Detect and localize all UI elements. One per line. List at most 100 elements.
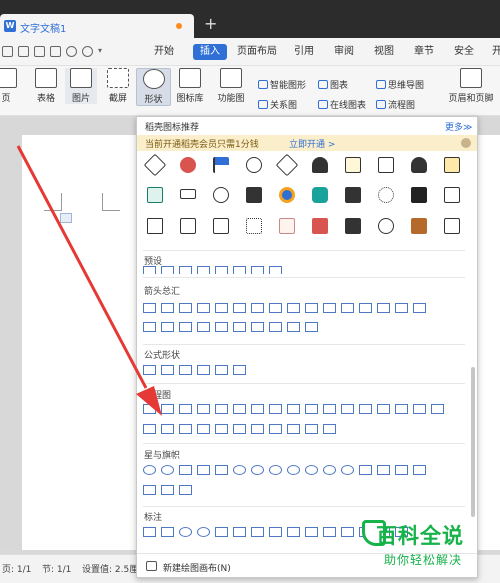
promo-close-icon[interactable]: [461, 138, 471, 148]
card-shape[interactable]: [395, 404, 408, 414]
or-shape[interactable]: [143, 424, 156, 434]
vertical-scroll-shape[interactable]: [143, 485, 156, 495]
divide-shape[interactable]: [197, 365, 210, 375]
left-callout-arrow-shape[interactable]: [233, 322, 246, 332]
presentation-icon[interactable]: [213, 218, 229, 234]
bent-up-arrow-shape[interactable]: [341, 303, 354, 313]
right-callout-arrow-shape[interactable]: [215, 322, 228, 332]
line-callout3-shape[interactable]: [251, 527, 264, 537]
arrow-up-down-shape[interactable]: [233, 303, 246, 313]
ship-icon[interactable]: [180, 189, 196, 199]
panel-scrollbar[interactable]: [471, 367, 475, 517]
quick-access-menu-icon[interactable]: ▾: [98, 46, 109, 57]
document-icon[interactable]: [345, 157, 361, 173]
menu-review[interactable]: 审阅: [330, 44, 358, 60]
building-icon[interactable]: [246, 187, 262, 203]
line-callout1-shape[interactable]: [215, 527, 228, 537]
decision-shape[interactable]: [179, 404, 192, 414]
curved-left-arrow-shape[interactable]: [377, 303, 390, 313]
rounded-callout-shape[interactable]: [161, 527, 174, 537]
star32-shape[interactable]: [341, 465, 354, 475]
ribbon-table[interactable]: 表格: [32, 68, 60, 104]
magnetic-disk-shape[interactable]: [287, 424, 300, 434]
accent-callout2-shape[interactable]: [305, 527, 318, 537]
predefined-process-shape[interactable]: [215, 404, 228, 414]
bent-arrow-shape[interactable]: [287, 303, 300, 313]
menu-page-layout[interactable]: 页面布局: [233, 44, 281, 60]
preparation-shape[interactable]: [305, 404, 318, 414]
line-callout2-shape[interactable]: [233, 527, 246, 537]
shape[interactable]: [179, 266, 192, 274]
shirt-icon[interactable]: [411, 187, 427, 203]
up-callout-arrow-shape[interactable]: [251, 322, 264, 332]
manual-operation-shape[interactable]: [341, 404, 354, 414]
gears-icon[interactable]: [246, 218, 262, 234]
minus-shape[interactable]: [161, 365, 174, 375]
wave-shape[interactable]: [161, 485, 174, 495]
users-icon[interactable]: [411, 157, 427, 173]
paste-options-icon[interactable]: [60, 213, 72, 223]
connector-shape[interactable]: [359, 404, 372, 414]
redo-icon[interactable]: [82, 46, 93, 57]
star10-shape[interactable]: [269, 465, 282, 475]
delay-shape[interactable]: [251, 424, 264, 434]
ribbon-mind-map[interactable]: 思维导图: [376, 78, 424, 91]
arrow-left-right-shape[interactable]: [215, 303, 228, 313]
print-icon[interactable]: [34, 46, 45, 57]
down-callout-arrow-shape[interactable]: [269, 322, 282, 332]
hourglass-icon[interactable]: [147, 218, 163, 234]
more-link[interactable]: 更多≫: [445, 120, 472, 133]
sequential-access-shape[interactable]: [269, 424, 282, 434]
tools-icon[interactable]: [143, 153, 167, 177]
document-tab[interactable]: W 文字文稿1: [0, 14, 194, 38]
menu-cut-off[interactable]: 开: [488, 44, 500, 60]
shape[interactable]: [197, 266, 210, 274]
ribbon-online-chart[interactable]: 在线图表: [318, 98, 366, 111]
explosion-shape[interactable]: [143, 465, 156, 475]
ribbon-header-footer[interactable]: 页眉和页脚: [446, 68, 496, 104]
document-shape[interactable]: [251, 404, 264, 414]
ribbon-shape[interactable]: 形状: [136, 68, 171, 106]
multidocument-shape[interactable]: [269, 404, 282, 414]
calculator-icon[interactable]: [345, 187, 361, 203]
menu-insert[interactable]: 插入: [193, 44, 227, 60]
hexagon-icon[interactable]: [312, 187, 328, 203]
ribbon-icon-library[interactable]: 图标库: [174, 68, 206, 104]
calendar-icon[interactable]: [180, 218, 196, 234]
curved-right-arrow-shape[interactable]: [359, 303, 372, 313]
menu-references[interactable]: 引用: [290, 44, 318, 60]
pie-chart-icon[interactable]: [180, 157, 196, 173]
chess-icon[interactable]: [312, 157, 328, 173]
extract-shape[interactable]: [197, 424, 210, 434]
sort-shape[interactable]: [179, 424, 192, 434]
merge-shape[interactable]: [215, 424, 228, 434]
cloud-icon[interactable]: [213, 187, 229, 203]
oval-callout-shape[interactable]: [179, 527, 192, 537]
striped-arrow-shape[interactable]: [143, 322, 156, 332]
new-tab-button[interactable]: +: [204, 14, 217, 34]
ribbon-picture[interactable]: 图片: [65, 68, 97, 104]
undo-icon[interactable]: [66, 46, 77, 57]
process-shape[interactable]: [143, 404, 156, 414]
star12-shape[interactable]: [287, 465, 300, 475]
menu-view[interactable]: 视图: [370, 44, 398, 60]
person-icon[interactable]: [411, 218, 427, 234]
curved-up-arrow-shape[interactable]: [395, 303, 408, 313]
alternate-process-shape[interactable]: [161, 404, 174, 414]
left-up-arrow-shape[interactable]: [323, 303, 336, 313]
menu-security[interactable]: 安全: [450, 44, 478, 60]
ribbon-up-shape[interactable]: [359, 465, 372, 475]
arrow-down-shape[interactable]: [197, 303, 210, 313]
display-shape[interactable]: [323, 424, 336, 434]
quad-arrow-shape[interactable]: [251, 303, 264, 313]
star7-shape[interactable]: [233, 465, 246, 475]
ribbon-chart[interactable]: 图表: [318, 78, 348, 91]
chevron-shape[interactable]: [197, 322, 210, 332]
edit-doc-icon[interactable]: [378, 157, 394, 173]
notched-arrow-shape[interactable]: [161, 322, 174, 332]
shape[interactable]: [215, 266, 228, 274]
coins-icon[interactable]: [444, 218, 460, 234]
card-icon[interactable]: [147, 187, 163, 203]
border-callout1-shape[interactable]: [341, 527, 354, 537]
ribbon-screenshot[interactable]: 截屏: [103, 68, 133, 104]
